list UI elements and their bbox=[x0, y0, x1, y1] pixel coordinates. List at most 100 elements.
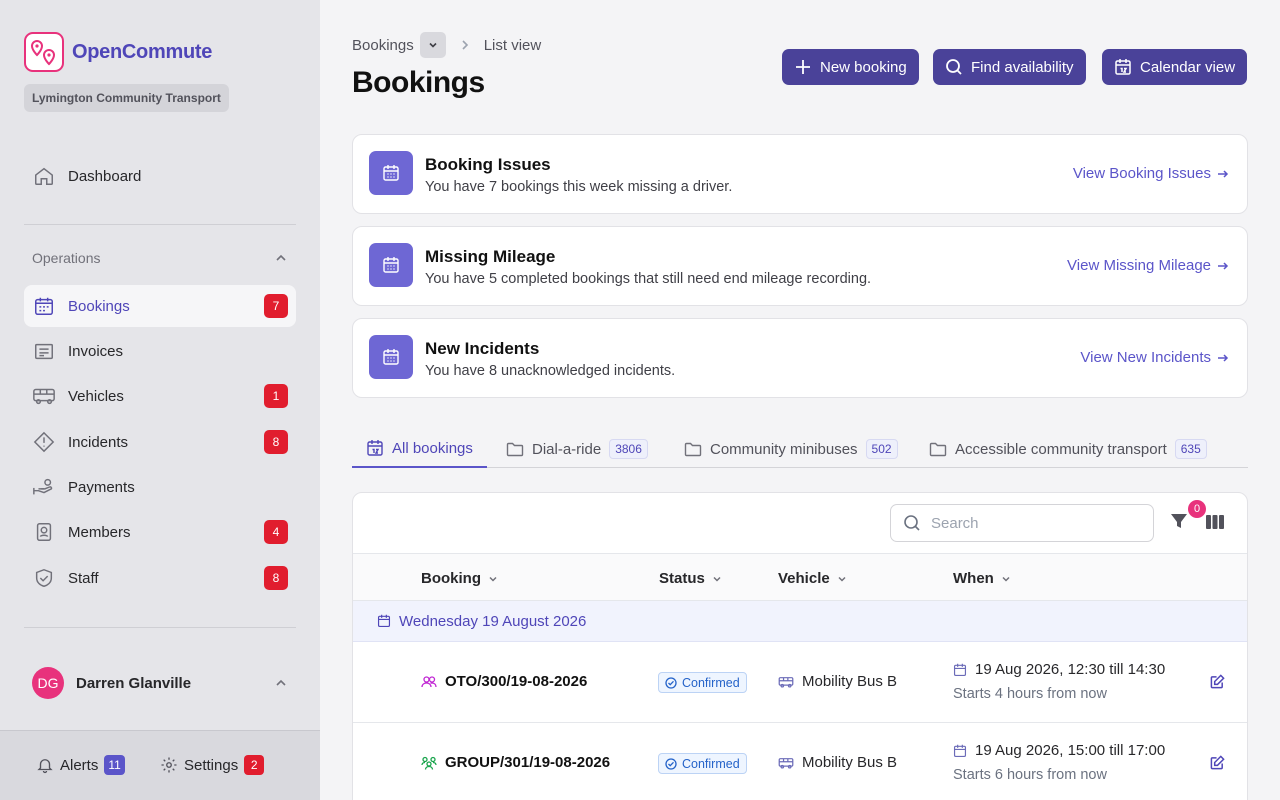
app-logo[interactable]: OpenCommute bbox=[24, 32, 212, 72]
group-icon bbox=[421, 756, 437, 770]
bell-icon bbox=[36, 756, 54, 774]
tab-label: All bookings bbox=[392, 439, 473, 457]
sidebar-footer: Alerts 11 Settings 2 bbox=[0, 730, 320, 800]
breadcrumb-root[interactable]: Bookings bbox=[352, 37, 414, 54]
vehicle-cell: Mobility Bus B bbox=[778, 673, 897, 690]
sidebar-item-label: Vehicles bbox=[68, 387, 124, 405]
tab-all-bookings[interactable]: All bookings bbox=[352, 430, 487, 468]
arrow-right-icon bbox=[1217, 168, 1229, 180]
column-header-vehicle[interactable]: Vehicle bbox=[778, 570, 848, 587]
tab-label: Community minibuses bbox=[710, 440, 858, 458]
find-availability-label: Find availability bbox=[971, 58, 1074, 76]
chevron-down-icon bbox=[428, 40, 438, 50]
chevron-down-icon bbox=[1000, 573, 1012, 585]
bus-icon bbox=[778, 756, 794, 770]
alert-link-label: View Missing Mileage bbox=[1067, 257, 1211, 274]
search-icon bbox=[945, 58, 963, 76]
view-missing-mileage-link[interactable]: View Missing Mileage bbox=[1067, 257, 1229, 274]
chevron-up-icon bbox=[274, 676, 288, 690]
tab-count-badge: 502 bbox=[865, 439, 898, 459]
filter-count-badge: 0 bbox=[1188, 500, 1206, 518]
breadcrumb-dropdown[interactable] bbox=[419, 32, 446, 58]
sidebar-item-bookings[interactable]: Bookings 7 bbox=[24, 285, 296, 327]
edit-icon bbox=[1210, 674, 1226, 689]
view-new-incidents-link[interactable]: View New Incidents bbox=[1080, 349, 1229, 366]
sidebar-item-staff[interactable]: Staff 8 bbox=[24, 557, 296, 599]
edit-button[interactable] bbox=[1210, 755, 1226, 771]
calendar-icon bbox=[32, 294, 56, 318]
edit-button[interactable] bbox=[1210, 674, 1226, 690]
filter-button[interactable] bbox=[1169, 511, 1191, 533]
column-header-booking[interactable]: Booking bbox=[421, 570, 499, 587]
column-label: Booking bbox=[421, 570, 481, 587]
folder-icon bbox=[929, 441, 947, 457]
page-title: Bookings bbox=[352, 66, 485, 99]
filter-icon bbox=[1169, 511, 1191, 531]
booking-reference[interactable]: GROUP/301/19-08-2026 bbox=[421, 754, 610, 771]
plus-icon bbox=[794, 58, 812, 76]
main-content: Bookings List view Bookings New booking … bbox=[320, 0, 1280, 800]
sidebar-divider bbox=[24, 224, 296, 225]
alert-title: Missing Mileage bbox=[425, 247, 556, 266]
booking-reference[interactable]: OTO/300/19-08-2026 bbox=[421, 673, 587, 690]
warning-icon bbox=[32, 430, 56, 454]
table-row[interactable]: GROUP/301/19-08-2026 Confirmed Mobility … bbox=[353, 723, 1247, 800]
settings-button[interactable]: Settings 2 bbox=[160, 755, 265, 775]
column-label: Vehicle bbox=[778, 570, 830, 587]
shield-icon bbox=[32, 566, 56, 590]
count-badge: 1 bbox=[264, 384, 288, 408]
alerts-button[interactable]: Alerts 11 bbox=[36, 755, 125, 775]
bookings-table: Search 0 Booking Status Vehicle When Wed… bbox=[352, 492, 1248, 800]
sidebar-item-label: Staff bbox=[68, 569, 99, 587]
find-availability-button[interactable]: Find availability bbox=[933, 49, 1086, 85]
sidebar-item-members[interactable]: Members 4 bbox=[24, 511, 296, 553]
calendar-icon bbox=[369, 335, 413, 379]
columns-icon bbox=[1205, 513, 1225, 531]
user-menu[interactable]: DG Darren Glanville bbox=[32, 667, 288, 699]
sidebar-item-label: Members bbox=[68, 523, 131, 541]
view-booking-issues-link[interactable]: View Booking Issues bbox=[1073, 165, 1229, 182]
sidebar-item-label: Dashboard bbox=[68, 167, 142, 185]
calendar-icon bbox=[377, 614, 391, 628]
sidebar-item-incidents[interactable]: Incidents 8 bbox=[24, 421, 296, 463]
chevron-down-icon bbox=[711, 573, 723, 585]
columns-button[interactable] bbox=[1205, 513, 1225, 531]
sidebar-item-payments[interactable]: Payments bbox=[24, 466, 296, 508]
calendar-view-button[interactable]: Calendar view bbox=[1102, 49, 1248, 85]
app-name: OpenCommute bbox=[72, 40, 213, 63]
calendar-view-label: Calendar view bbox=[1140, 58, 1236, 76]
column-header-status[interactable]: Status bbox=[659, 570, 723, 587]
tab-accessible-community-transport[interactable]: Accessible community transport 635 bbox=[915, 430, 1221, 468]
sidebar-item-label: Bookings bbox=[68, 297, 130, 315]
alert-card-booking-issues: Booking Issues You have 7 bookings this … bbox=[352, 134, 1248, 214]
tab-count-badge: 635 bbox=[1174, 439, 1207, 459]
status-label: Confirmed bbox=[682, 675, 740, 690]
status-badge: Confirmed bbox=[658, 753, 747, 774]
alert-description: You have 7 bookings this week missing a … bbox=[425, 179, 733, 195]
count-badge: 8 bbox=[264, 430, 288, 454]
section-label: Operations bbox=[32, 250, 101, 266]
count-badge: 8 bbox=[264, 566, 288, 590]
tab-count-badge: 3806 bbox=[609, 439, 648, 459]
search-placeholder: Search bbox=[931, 514, 979, 532]
sidebar-item-vehicles[interactable]: Vehicles 1 bbox=[24, 375, 296, 417]
arrow-right-icon bbox=[1217, 260, 1229, 272]
vehicle-cell: Mobility Bus B bbox=[778, 754, 897, 771]
folder-icon bbox=[684, 441, 702, 457]
search-input[interactable]: Search bbox=[890, 504, 1154, 542]
receipt-icon bbox=[32, 339, 56, 363]
new-booking-button[interactable]: New booking bbox=[782, 49, 919, 85]
tab-community-minibuses[interactable]: Community minibuses 502 bbox=[670, 430, 912, 468]
column-header-when[interactable]: When bbox=[953, 570, 1012, 587]
logo-pin-icon bbox=[24, 32, 64, 72]
sidebar-item-dashboard[interactable]: Dashboard bbox=[24, 155, 296, 197]
edit-icon bbox=[1210, 755, 1226, 770]
column-label: Status bbox=[659, 570, 705, 587]
tab-dial-a-ride[interactable]: Dial-a-ride 3806 bbox=[492, 430, 662, 468]
breadcrumb: Bookings List view bbox=[352, 32, 541, 58]
gear-icon bbox=[160, 756, 178, 774]
booking-reference-text: GROUP/301/19-08-2026 bbox=[445, 754, 611, 771]
table-row[interactable]: OTO/300/19-08-2026 Confirmed Mobility Bu… bbox=[353, 642, 1247, 723]
operations-section-toggle[interactable]: Operations bbox=[32, 250, 288, 266]
sidebar-item-invoices[interactable]: Invoices bbox=[24, 330, 296, 372]
